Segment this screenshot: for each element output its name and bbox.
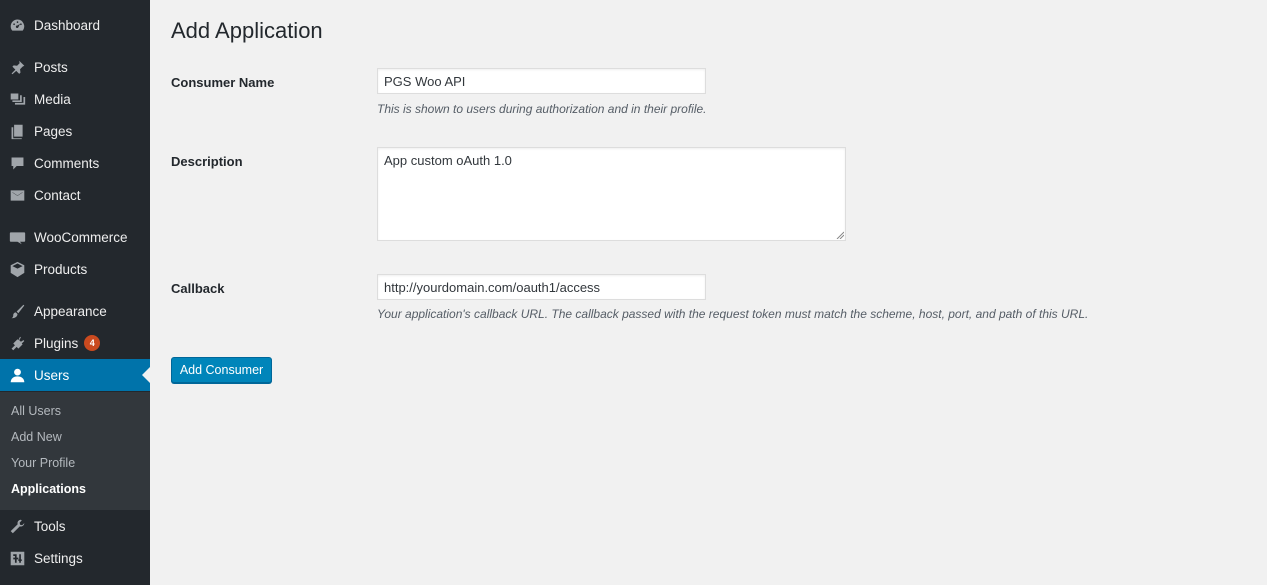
menu-item-pages[interactable]: Pages — [0, 115, 150, 147]
resize-handle-icon[interactable] — [836, 231, 844, 239]
menu-item-label: Dashboard — [34, 17, 101, 33]
menu-item-products[interactable]: Products — [0, 253, 150, 285]
user-icon — [7, 365, 27, 385]
plugin-update-badge: 4 — [84, 335, 101, 351]
menu-item-media[interactable]: Media — [0, 83, 150, 115]
menu-item-posts[interactable]: Posts — [0, 51, 150, 83]
pages-icon — [7, 121, 27, 141]
menu-item-label: Tools — [34, 518, 66, 534]
menu-item-label: Contact — [34, 187, 81, 203]
brush-icon — [7, 301, 27, 321]
woo-icon — [7, 227, 27, 247]
callback-label: Callback — [171, 281, 225, 296]
callback-help: Your application's callback URL. The cal… — [377, 307, 1089, 321]
menu-item-dashboard[interactable]: Dashboard — [0, 9, 150, 41]
submenu-all-users[interactable]: All Users — [11, 404, 61, 418]
callback-input[interactable] — [377, 274, 706, 300]
menu-item-label: Media — [34, 91, 71, 107]
menu-item-label: Pages — [34, 123, 73, 139]
users-submenu: All Users Add New Your Profile Applicati… — [0, 392, 150, 510]
settings-icon — [7, 548, 27, 568]
menu-item-label: WooCommerce — [34, 229, 128, 245]
submenu-your-profile[interactable]: Your Profile — [11, 456, 75, 470]
menu-item-label: Comments — [34, 155, 100, 171]
menu-item-appearance[interactable]: Appearance — [0, 295, 150, 327]
comment-icon — [7, 153, 27, 173]
menu-item-comments[interactable]: Comments — [0, 147, 150, 179]
plug-icon — [7, 333, 27, 353]
box-icon — [7, 259, 27, 279]
page-title: Add Application — [171, 18, 323, 43]
menu-item-settings[interactable]: Settings — [0, 542, 150, 574]
menu-item-label: Users — [34, 367, 70, 383]
menu-item-plugins[interactable]: Plugins 4 — [0, 327, 150, 359]
wrench-icon — [7, 516, 27, 536]
menu-item-label: Appearance — [34, 303, 107, 319]
menu-item-woocommerce[interactable]: WooCommerce — [0, 221, 150, 253]
menu-item-label: Plugins — [34, 335, 79, 351]
media-icon — [7, 89, 27, 109]
menu-item-label: Products — [34, 261, 88, 277]
main-content: Add Application Consumer Name This is sh… — [150, 0, 1267, 585]
menu-item-tools[interactable]: Tools — [0, 510, 150, 542]
consumer-name-help: This is shown to users during authorizat… — [377, 102, 707, 116]
description-label: Description — [171, 154, 243, 169]
description-textarea[interactable]: App custom oAuth 1.0 — [377, 147, 846, 241]
admin-sidebar: Dashboard Posts Media Pages Comments Con… — [0, 0, 150, 585]
menu-item-contact[interactable]: Contact — [0, 179, 150, 211]
envelope-icon — [7, 185, 27, 205]
add-consumer-button[interactable]: Add Consumer — [171, 357, 272, 383]
consumer-name-input[interactable] — [377, 68, 706, 94]
consumer-name-label: Consumer Name — [171, 75, 275, 90]
submenu-add-new[interactable]: Add New — [11, 430, 62, 444]
menu-item-label: Settings — [34, 550, 83, 566]
dashboard-icon — [7, 15, 27, 35]
menu-item-label: Posts — [34, 59, 68, 75]
submenu-applications[interactable]: Applications — [11, 482, 86, 496]
pin-icon — [7, 57, 27, 77]
menu-item-users[interactable]: Users — [0, 359, 150, 391]
